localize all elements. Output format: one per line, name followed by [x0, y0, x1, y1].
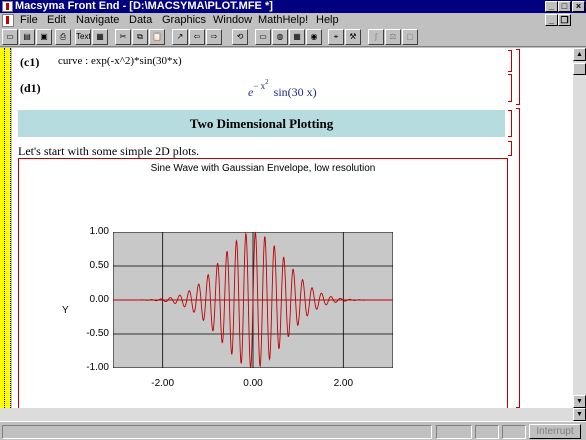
output-exponent-power: 2 — [265, 78, 269, 86]
app-icon[interactable] — [2, 1, 13, 12]
new-icon[interactable]: ▭ — [2, 29, 18, 45]
cell-bracket[interactable] — [508, 110, 512, 137]
x-tick-label: 0.00 — [243, 378, 263, 389]
y-tick-label: 0.00 — [89, 294, 109, 305]
maximize-button[interactable]: □ — [558, 1, 571, 12]
plot-icon[interactable]: ◉ — [306, 29, 322, 45]
x-tick-label: -2.00 — [151, 378, 175, 389]
forward-icon[interactable]: ⇨ — [206, 29, 222, 45]
horizontal-scrollbar[interactable]: ▼ — [0, 408, 586, 421]
cell-bracket[interactable] — [508, 141, 512, 156]
scroll-up-button[interactable]: ▲ — [573, 48, 586, 61]
y-tick-label: -0.50 — [86, 328, 109, 339]
y-axis-label: Y — [62, 305, 69, 316]
input-expression-c1[interactable]: curve : exp(-x^2)*sin(30*x) — [58, 55, 182, 67]
menu-bar: File Edit Navigate Data Graphics Window … — [0, 13, 586, 28]
status-panel — [436, 425, 472, 439]
cell-bracket[interactable] — [508, 74, 512, 102]
notebook-document[interactable]: (c1) curve : exp(-x^2)*sin(30*x) (d1) e−… — [12, 48, 573, 408]
document-restore-button[interactable]: ❐ — [558, 14, 571, 26]
status-panel — [475, 425, 499, 439]
plot-cell[interactable]: Sine Wave with Gaussian Envelope, low re… — [18, 158, 508, 408]
group-bracket[interactable] — [516, 49, 520, 105]
scale-icon[interactable]: ⚖ — [385, 29, 401, 45]
menu-data[interactable]: Data — [129, 14, 152, 27]
minimize-button[interactable]: _ — [545, 1, 558, 12]
close-button[interactable]: × — [572, 1, 585, 12]
save-icon[interactable]: ▣ — [36, 29, 52, 45]
menu-navigate[interactable]: Navigate — [76, 14, 119, 27]
text-icon[interactable]: Text — [75, 29, 91, 45]
scroll-corner-down-button[interactable]: ▼ — [573, 408, 586, 421]
plot-area — [113, 232, 393, 368]
menu-window[interactable]: Window — [213, 14, 252, 27]
pointer-icon[interactable]: ↗ — [172, 29, 188, 45]
status-panel — [502, 425, 526, 439]
group-bracket[interactable] — [516, 108, 520, 408]
title-bar: Macsyma Front End - [D:\MACSYMA\PLOT.MFE… — [0, 0, 586, 13]
open-icon[interactable]: ▤ — [19, 29, 35, 45]
cut-icon[interactable]: ✂ — [115, 29, 131, 45]
scroll-down-button[interactable]: ▼ — [573, 395, 586, 408]
table-icon[interactable]: ▦ — [92, 29, 108, 45]
cell-gutter[interactable] — [0, 48, 11, 408]
intro-text: Let's start with some simple 2D plots. — [18, 144, 200, 158]
menu-help[interactable]: Help — [316, 14, 339, 27]
math-icon[interactable]: ∫ — [368, 29, 384, 45]
scroll-thumb[interactable] — [573, 63, 586, 75]
back-icon[interactable]: ⇦ — [189, 29, 205, 45]
chart-title: Sine Wave with Gaussian Envelope, low re… — [150, 163, 376, 174]
copy-icon[interactable]: ⧉ — [132, 29, 148, 45]
vertical-scrollbar[interactable]: ▲ ▼ — [573, 48, 586, 408]
calculator-icon[interactable]: ▦ — [289, 29, 305, 45]
status-message-panel — [2, 425, 432, 439]
window-title: Macsyma Front End - [D:\MACSYMA\PLOT.MFE… — [15, 0, 273, 12]
section-heading: Two Dimensional Plotting — [18, 110, 505, 137]
cell-bracket[interactable] — [508, 50, 512, 72]
menu-mathhelp[interactable]: MathHelp! — [258, 14, 308, 27]
document-minimize-button[interactable]: _ — [545, 14, 558, 26]
evaluate-icon[interactable]: ⟲ — [232, 29, 248, 45]
interrupt-button[interactable]: Interrupt — [529, 424, 581, 439]
print-icon[interactable]: ⎙ — [55, 29, 71, 45]
menu-edit[interactable]: Edit — [47, 14, 66, 27]
monitor-icon[interactable]: ▭ — [255, 29, 271, 45]
output-label-d1: (d1) — [20, 81, 41, 95]
input-label-c1: (c1) — [20, 55, 40, 69]
toolbar: ▭ ▤ ▣ ⎙ Text ▦ ✂ ⧉ 📋 ↗ ⇦ ⇨ ⟲ ▭ ◍ ▦ ◉ ⌖ ⚒… — [0, 28, 586, 47]
output-expression-d1[interactable]: e− x2 sin(30 x) — [248, 78, 317, 99]
globe-icon[interactable]: ◍ — [272, 29, 288, 45]
document-icon[interactable] — [2, 14, 14, 27]
x-tick-label: 2.00 — [333, 378, 354, 389]
output-exponent: − x — [253, 81, 266, 91]
tools-icon[interactable]: ⚒ — [345, 29, 361, 45]
menu-file[interactable]: File — [20, 14, 38, 27]
y-tick-label: -1.00 — [86, 362, 109, 373]
menu-graphics[interactable]: Graphics — [162, 14, 206, 27]
paste-icon[interactable]: 📋 — [149, 29, 165, 45]
window-icon[interactable]: ▢ — [402, 29, 418, 45]
status-bar: Interrupt — [0, 421, 586, 440]
output-sin: sin(30 x) — [273, 85, 317, 99]
y-tick-label: 0.50 — [89, 260, 109, 271]
y-tick-label: 1.00 — [89, 226, 109, 237]
camera-icon[interactable]: ⌖ — [328, 29, 344, 45]
